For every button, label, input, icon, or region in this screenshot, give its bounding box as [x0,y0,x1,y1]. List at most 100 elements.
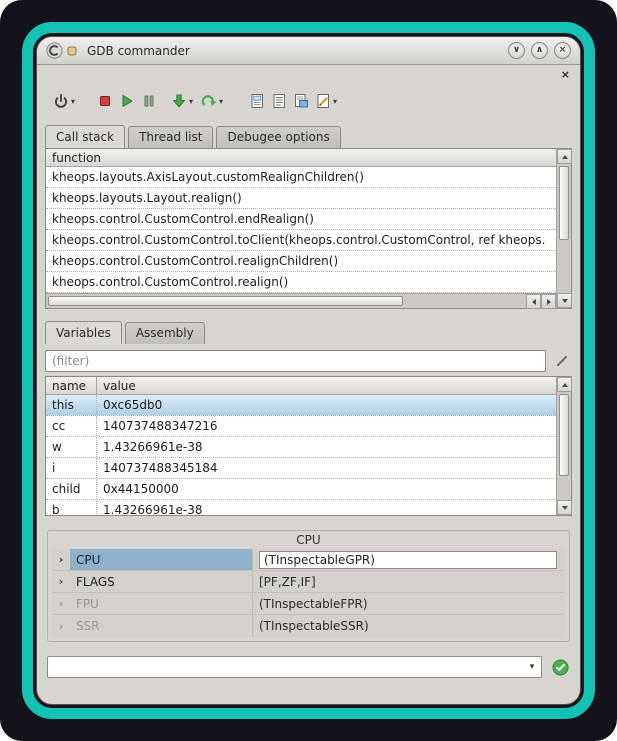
view-memory-button[interactable] [291,89,311,113]
stop-button[interactable] [95,89,115,113]
register-grid: › CPU › FLAGS [PF,ZF,IF] › FPU [52,549,565,637]
document-icon [249,93,265,109]
vertical-scrollbar[interactable] [556,377,571,515]
run-button[interactable] [117,89,137,113]
mid-tabbar: Variables Assembly [45,321,572,344]
check-icon [552,659,569,676]
window-controls: ∨ ∧ × [508,42,571,59]
tab-debugee-options[interactable]: Debugee options [216,126,340,148]
variable-row[interactable]: child 0x44150000 [46,479,556,500]
power-button[interactable]: ▾ [51,89,77,113]
dock-header: × [37,65,580,83]
tab-thread-list[interactable]: Thread list [128,126,213,148]
filter-input[interactable] [45,350,546,372]
restore-icon: ∧ [536,46,543,55]
desktop-background: GDB commander ∨ ∧ × × ▾ [0,0,617,741]
callstack-frame-row[interactable]: kheops.control.CustomControl.endRealign(… [46,209,556,230]
send-command-button[interactable] [550,657,570,677]
variable-row[interactable]: cc 140737488347216 [46,416,556,437]
scroll-up-button[interactable] [557,377,572,392]
register-row[interactable]: › FPU (TInspectableFPR) [52,593,565,615]
tab-call-stack[interactable]: Call stack [45,125,125,148]
scroll-left-button[interactable] [526,294,541,309]
command-input[interactable] [48,660,523,674]
register-name: FPU [70,593,252,614]
pause-button[interactable] [139,89,159,113]
cpu-groupbox: CPU › CPU › FLAGS [PF,ZF,IF] [47,530,570,642]
power-dropdown-icon[interactable]: ▾ [71,97,75,106]
tab-variables[interactable]: Variables [45,321,122,344]
scrollbar-track[interactable] [557,242,571,293]
scrollbar-thumb[interactable] [559,166,569,240]
register-name: CPU [70,549,252,570]
expander-icon[interactable]: › [52,598,70,609]
scrollbar-track[interactable] [405,294,526,308]
close-button[interactable]: × [554,42,571,59]
variable-row[interactable]: this 0xc65db0 [46,395,556,416]
register-row[interactable]: › FLAGS [PF,ZF,IF] [52,571,565,593]
document-edit-icon [315,93,331,109]
window-title: GDB commander [87,44,190,58]
register-value: (TInspectableFPR) [252,593,565,614]
column-header-function[interactable]: function [46,149,107,166]
register-value-input[interactable] [259,551,557,569]
scrollbar-thumb[interactable] [559,394,569,476]
column-header-value[interactable]: value [97,377,142,394]
top-tabbar: Call stack Thread list Debugee options [45,125,572,148]
play-icon [119,93,135,109]
callstack-frame-row[interactable]: kheops.control.CustomControl.realignChil… [46,251,556,272]
step-over-dropdown-icon[interactable]: ▾ [219,97,223,106]
step-into-icon [171,93,187,109]
combo-dropdown-button[interactable]: ▾ [523,657,541,677]
variable-row[interactable]: i 140737488345184 [46,458,556,479]
variable-value: 1.43266961e-38 [97,500,556,515]
view-list-button[interactable] [269,89,289,113]
horizontal-scrollbar[interactable] [46,293,556,308]
scroll-down-button[interactable] [557,293,572,308]
variable-name: w [46,437,97,457]
scrollbar-thumb[interactable] [48,296,403,306]
app-badge-icon [67,46,77,56]
expander-icon[interactable]: › [52,554,70,565]
pause-icon [141,93,157,109]
view-source-button[interactable] [247,89,267,113]
scroll-down-button[interactable] [557,500,572,515]
register-row[interactable]: › SSR (TInspectableSSR) [52,615,565,637]
scrollbar-track[interactable] [557,478,571,500]
variable-name: child [46,479,97,499]
step-into-button[interactable]: ▾ [169,89,195,113]
column-header-name[interactable]: name [46,377,97,394]
variable-row[interactable]: b 1.43266961e-38 [46,500,556,515]
register-row[interactable]: › CPU [52,549,565,571]
bottom-padding [37,678,580,704]
tab-assembly[interactable]: Assembly [125,322,205,344]
gdb-commander-window: GDB commander ∨ ∧ × × ▾ [36,36,581,705]
restore-button[interactable]: ∧ [531,42,548,59]
scroll-right-button[interactable] [541,294,556,309]
command-bar: ▾ [47,656,570,678]
arrow-right-icon [547,299,551,305]
step-over-button[interactable]: ▾ [199,89,225,113]
variable-row[interactable]: w 1.43266961e-38 [46,437,556,458]
clear-filter-button[interactable] [552,351,572,371]
dock-close-button[interactable]: × [561,69,570,80]
vertical-scrollbar[interactable] [556,149,571,308]
variable-value: 0xc65db0 [97,395,556,415]
callstack-frame-row[interactable]: kheops.layouts.AxisLayout.customRealignC… [46,167,556,188]
callstack-frame-row[interactable]: kheops.control.CustomControl.toClient(kh… [46,230,556,251]
shade-button[interactable]: ∨ [508,42,525,59]
variable-value: 0x44150000 [97,479,556,499]
callstack-frame-row[interactable]: kheops.control.CustomControl.realign() [46,272,556,293]
step-into-dropdown-icon[interactable]: ▾ [189,97,193,106]
shade-icon: ∨ [513,46,520,55]
variables-header: name value [46,377,556,395]
command-combobox[interactable]: ▾ [47,656,542,678]
callstack-frame-row[interactable]: kheops.layouts.Layout.realign() [46,188,556,209]
expander-icon[interactable]: › [52,621,70,632]
scroll-up-button[interactable] [557,149,572,164]
call-stack-panel: function kheops.layouts.AxisLayout.custo… [45,148,572,309]
view-custom-button[interactable]: ▾ [313,89,339,113]
view-custom-dropdown-icon[interactable]: ▾ [333,97,337,106]
pen-icon [554,353,570,369]
expander-icon[interactable]: › [52,576,70,587]
